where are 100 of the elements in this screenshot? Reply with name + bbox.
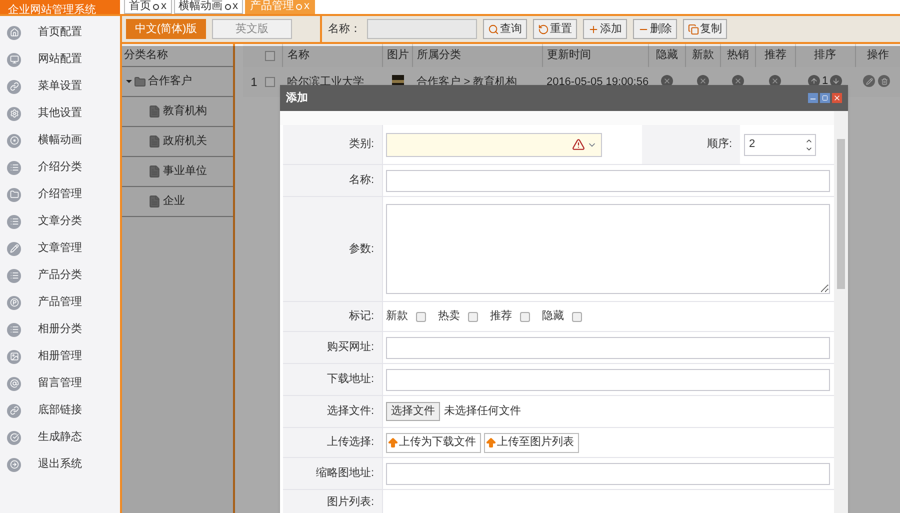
dialog-title: 添加 — [286, 90, 308, 106]
tree-item[interactable]: 企业 — [163, 193, 185, 210]
field-label: 名称: — [283, 165, 383, 196]
order-value: 1 — [822, 74, 828, 90]
copy-icon — [688, 24, 699, 34]
field-label: 选择文件: — [283, 396, 383, 427]
option-label: 隐藏 — [542, 308, 564, 324]
params-textarea[interactable] — [386, 204, 830, 294]
checkbox[interactable] — [520, 312, 530, 322]
toolbar-button[interactable]: 重置 — [533, 19, 577, 39]
scrollbar[interactable] — [834, 111, 848, 513]
sidebar-item[interactable]: 介绍管理 — [0, 181, 120, 208]
tree-item[interactable]: 合作客户 — [148, 73, 192, 90]
option-label: 新款 — [386, 308, 408, 324]
monitor-icon — [7, 52, 21, 66]
cross-icon[interactable] — [661, 74, 674, 87]
sidebar-item[interactable]: 其他设置 — [0, 100, 120, 127]
link-icon — [7, 404, 21, 418]
checkbox[interactable] — [468, 312, 478, 322]
edit-icon[interactable] — [863, 75, 875, 88]
maximize-icon[interactable] — [820, 93, 830, 103]
close-icon[interactable] — [832, 93, 842, 103]
field-label: 缩略图地址: — [283, 458, 383, 489]
text-field[interactable] — [386, 368, 830, 390]
list-icon — [7, 322, 21, 336]
toolbar-button[interactable]: 查询 — [483, 19, 527, 39]
sidebar-item[interactable]: 退出系统 — [0, 451, 120, 478]
arrow-right-icon — [7, 458, 21, 472]
field-label: 参数: — [283, 197, 383, 301]
checkbox[interactable] — [572, 312, 582, 322]
reset-icon — [538, 24, 549, 34]
document-icon — [148, 195, 161, 208]
toolbar-button[interactable]: 删除 — [633, 19, 677, 39]
upload-arrow-icon — [485, 436, 497, 448]
disc-icon — [7, 134, 21, 148]
row-number: 1 — [243, 67, 265, 97]
folder-icon — [7, 188, 21, 202]
order-spinner[interactable]: 2 — [744, 134, 816, 156]
choose-file-button[interactable]: 选择文件 — [386, 402, 440, 421]
sidebar-item[interactable]: 产品管理 — [0, 289, 120, 316]
field-label: 购买网址: — [283, 332, 383, 363]
folder-icon — [134, 76, 146, 88]
field-label: 上传选择: — [283, 428, 383, 457]
tab-label: 首页 — [129, 1, 151, 12]
select-all-checkbox[interactable] — [264, 50, 275, 60]
toolbar-button[interactable]: 复制 — [683, 19, 727, 39]
option-label: 热卖 — [438, 309, 460, 324]
text-field[interactable] — [386, 462, 830, 484]
sidebar-item[interactable]: 介绍分类 — [0, 154, 120, 181]
image-icon — [7, 350, 21, 364]
sidebar-item[interactable]: 相册分类 — [0, 316, 120, 343]
tab[interactable]: 首页 x — [124, 0, 172, 14]
at-sign-icon — [7, 376, 21, 390]
sidebar-item[interactable]: 首页配置 — [0, 19, 120, 46]
tab-close[interactable]: x — [161, 1, 166, 12]
sidebar-item[interactable]: 生成静态 — [0, 424, 120, 451]
file-status: 未选择任何文件 — [444, 404, 521, 420]
cross-icon[interactable] — [769, 74, 782, 87]
row-checkbox[interactable] — [264, 77, 275, 87]
tab[interactable]: 横幅动画 x — [174, 0, 243, 14]
tab-close[interactable]: x — [232, 1, 238, 12]
sidebar-item[interactable]: 底部链接 — [0, 397, 120, 424]
sidebar-item[interactable]: 留言管理 — [0, 370, 120, 397]
link-icon — [7, 80, 21, 94]
cross-icon[interactable] — [696, 74, 709, 87]
upload-button[interactable]: 上传至图片列表 — [484, 432, 579, 452]
tree-item[interactable]: 政府机关 — [163, 133, 207, 150]
warning-icon — [572, 138, 585, 151]
parking-icon — [7, 296, 21, 310]
sidebar-item[interactable]: 网站配置 — [0, 46, 120, 73]
sidebar-item[interactable]: 产品分类 — [0, 262, 120, 289]
sidebar-item[interactable]: 相册管理 — [0, 343, 120, 370]
text-field[interactable] — [386, 170, 830, 192]
delete-icon[interactable] — [878, 75, 890, 88]
checkbox[interactable] — [416, 312, 426, 322]
tab-label: 产品管理 — [250, 1, 294, 12]
option-label: 推荐 — [490, 308, 512, 324]
category-select[interactable] — [386, 132, 602, 156]
minimize-icon[interactable] — [808, 93, 818, 103]
field-label: 下载地址: — [283, 364, 383, 395]
tree-item[interactable]: 事业单位 — [163, 163, 207, 180]
upload-button[interactable]: 上传为下载文件 — [386, 432, 481, 452]
sidebar-item[interactable]: 文章分类 — [0, 208, 120, 235]
cross-icon[interactable] — [732, 74, 744, 87]
text-field[interactable] — [386, 336, 830, 358]
field-label: 类别: — [283, 125, 383, 164]
sidebar-item[interactable]: 文章管理 — [0, 235, 120, 262]
list-icon — [7, 160, 21, 174]
name-search-field[interactable] — [367, 19, 477, 39]
document-icon — [148, 105, 161, 118]
document-icon — [148, 165, 161, 178]
check-icon — [7, 430, 21, 444]
sidebar-item[interactable]: 横幅动画 — [0, 127, 120, 154]
sidebar-item[interactable]: 菜单设置 — [0, 73, 120, 100]
toolbar-button[interactable]: 添加 — [583, 19, 627, 39]
tab-label: 横幅动画 — [178, 1, 222, 12]
tree-item[interactable]: 教育机构 — [163, 103, 207, 120]
home-icon — [7, 26, 21, 40]
tree-header: 分类名称 — [124, 48, 168, 63]
field-label: 顺序: — [642, 125, 740, 164]
